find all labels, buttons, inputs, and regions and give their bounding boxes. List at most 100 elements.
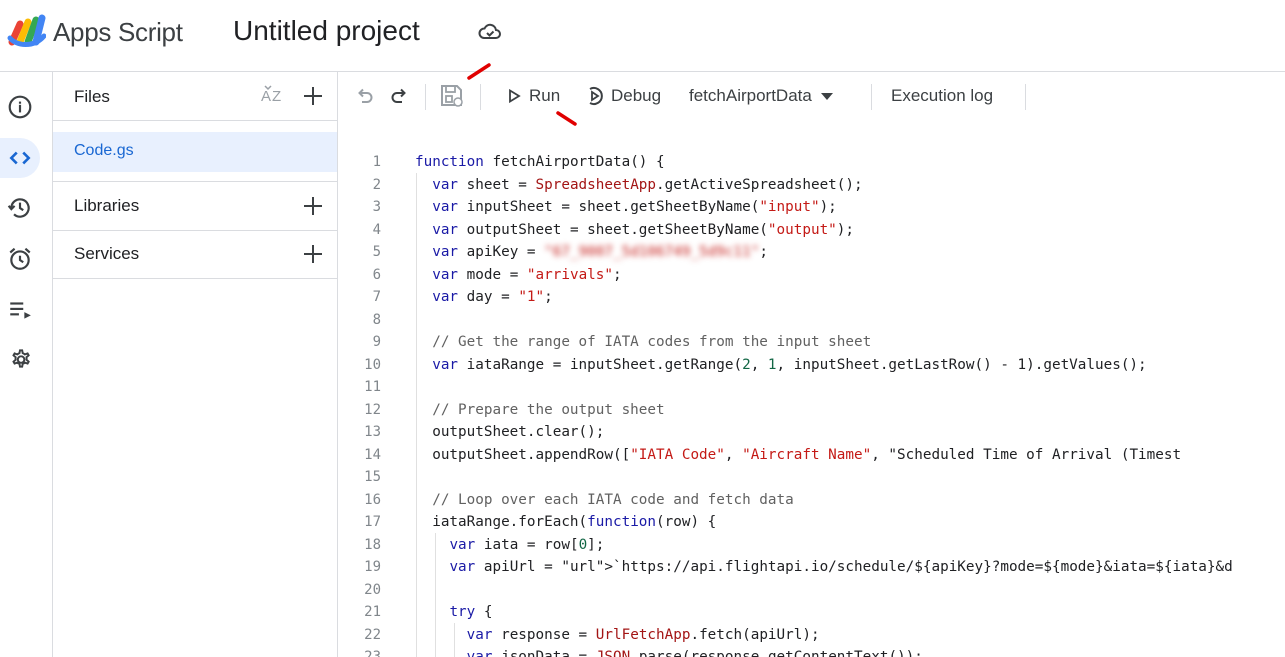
line-number: 6 [372,266,381,283]
code-line[interactable]: 9 // Get the range of IATA codes from th… [339,331,1285,354]
annotation-arrow-icon [556,111,577,126]
code-line[interactable]: 20 [339,579,1285,602]
toolbar-divider [1025,84,1026,110]
app-name: Apps Script [53,17,183,47]
function-select-dropdown[interactable]: fetchAirportData [689,72,834,120]
code-text: function fetchAirportData() { [415,154,665,170]
code-text: var mode = "arrivals"; [432,266,622,283]
libraries-label: Libraries [74,196,140,215]
line-number: 5 [372,244,381,260]
playlist-play-icon [10,302,31,319]
code-line[interactable]: 11 [339,376,1285,399]
code-line[interactable]: 7 var day = "1"; [339,286,1285,309]
code-text: outputSheet.appendRow(["IATA Code", "Air… [415,446,1182,463]
editor-button[interactable] [0,138,40,178]
project-title[interactable]: Untitled project [233,15,420,47]
line-number: 2 [372,176,381,193]
code-line[interactable]: 2 var sheet = SpreadsheetApp.getActiveSp… [339,174,1285,197]
line-number: 13 [364,424,381,440]
redo-button[interactable] [389,72,409,120]
project-history-button[interactable] [0,188,40,228]
code-line[interactable]: 5 var apiKey = "67_9007_5d106749_5d9c11"… [339,241,1285,264]
code-line[interactable]: 22 var response = UrlFetchApp.fetch(apiU… [339,624,1285,647]
code-text: outputSheet.clear(); [415,424,605,440]
add-file-plus-icon[interactable] [302,85,324,107]
redo-icon [391,88,406,103]
code-line[interactable]: 18 var iata = row[0]; [339,534,1285,557]
code-line[interactable]: 3 var inputSheet = sheet.getSheetByName(… [339,196,1285,219]
code-line[interactable]: 8 [339,309,1285,332]
line-number: 8 [372,311,381,328]
toolbar-divider [480,84,481,110]
line-number: 15 [364,469,381,485]
code-line[interactable]: 1 function fetchAirportData() { [339,151,1285,174]
line-number: 23 [364,649,381,657]
project-settings-button[interactable] [0,339,40,379]
code-line[interactable]: 15 [339,466,1285,489]
file-name: Code.gs [74,142,134,159]
annotation-arrow-icon [467,63,491,80]
info-icon [8,95,32,119]
line-number: 3 [372,199,381,215]
code-text: var iata = row[0]; [449,536,605,553]
code-line[interactable]: 23 var jsonData = JSON.parse(response.ge… [339,646,1285,657]
code-text: iataRange.forEach(function(row) { [415,514,717,530]
triggers-button[interactable] [0,239,40,279]
save-project-button[interactable] [439,72,465,120]
line-number: 19 [364,559,381,575]
code-text: var iataRange = inputSheet.getRange(2, 1… [432,356,1147,373]
services-section: Services [53,230,337,279]
executions-button[interactable] [0,290,40,330]
code-line[interactable]: 21 try { [339,601,1285,624]
left-navigation-rail [0,72,53,657]
file-item-code-gs[interactable]: Code.gs [53,132,337,172]
play-icon [509,89,521,103]
code-editor[interactable]: 1 function fetchAirportData() {2 var shee… [339,120,1285,657]
undo-button[interactable] [355,72,375,120]
code-line[interactable]: 17 iataRange.forEach(function(row) { [339,511,1285,534]
code-text: // Prepare the output sheet [415,401,665,418]
code-line[interactable]: 12 // Prepare the output sheet [339,399,1285,422]
execution-log-button[interactable]: Execution log [891,72,993,120]
code-text: var outputSheet = sheet.getSheetByName("… [432,221,855,238]
code-line[interactable]: 10 var iataRange = inputSheet.getRange(2… [339,354,1285,377]
line-number: 12 [364,401,381,418]
code-text: // Get the range of IATA codes from the … [415,334,872,350]
code-text: var sheet = SpreadsheetApp.getActiveSpre… [432,176,863,193]
code-line[interactable]: 6 var mode = "arrivals"; [339,264,1285,287]
alarm-clock-icon [9,247,31,270]
app-header: Apps Script Untitled project [0,0,1285,72]
debug-label: Debug [611,86,662,105]
code-text: var jsonData = JSON.parse(response.getCo… [466,649,923,657]
undo-icon [358,88,373,103]
line-number: 10 [364,356,381,373]
overview-button[interactable] [0,87,40,127]
line-number: 16 [364,491,381,508]
code-line[interactable]: 4 var outputSheet = sheet.getSheetByName… [339,219,1285,242]
line-number: 17 [364,514,381,530]
code-text: var apiKey = "67_9007_5d106749_5d9c11"; [432,244,768,260]
files-panel: Files A Z Code.gs Libraries Services [53,72,338,657]
code-line[interactable]: 16 // Loop over each IATA code and fetch… [339,489,1285,512]
code-text: // Loop over each IATA code and fetch da… [415,491,794,508]
add-library-plus-icon[interactable] [302,195,324,217]
code-line[interactable]: 19 var apiUrl = "url">`https://api.fligh… [339,556,1285,579]
save-disk-icon [441,85,463,107]
code-line[interactable]: 13 outputSheet.clear(); [339,421,1285,444]
sort-az-icon[interactable]: A Z [259,84,285,108]
code-brackets-icon [9,151,31,165]
line-number: 7 [372,289,381,305]
line-number: 14 [364,446,381,463]
function-select-value: fetchAirportData [689,86,812,105]
line-number: 9 [372,334,381,350]
svg-text:A: A [261,88,271,105]
debug-button[interactable]: Debug [584,72,661,120]
dropdown-arrow-icon [820,93,833,100]
apps-script-logo-icon[interactable] [6,12,46,48]
cloud-saved-icon [478,23,501,39]
add-service-plus-icon[interactable] [302,243,324,265]
toolbar-divider [871,84,872,110]
code-line[interactable]: 14 outputSheet.appendRow(["IATA Code", "… [339,444,1285,467]
code-text: var inputSheet = sheet.getSheetByName("i… [432,199,837,215]
toolbar-divider [425,84,426,110]
